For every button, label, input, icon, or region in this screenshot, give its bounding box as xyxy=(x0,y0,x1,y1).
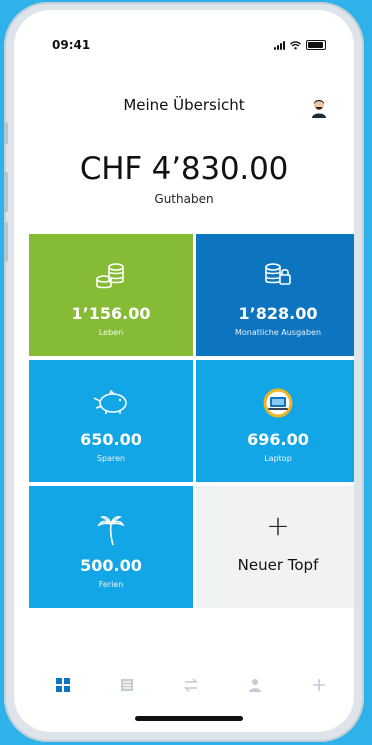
pot-tile-monatliche-ausgaben[interactable]: 1’828.00 Monatliche Ausgaben xyxy=(196,234,354,356)
profile-icon xyxy=(249,679,261,692)
piggy-bank-icon xyxy=(29,388,193,416)
nav-dashboard[interactable] xyxy=(53,675,73,695)
status-bar: 09:41 xyxy=(14,10,354,52)
battery-icon xyxy=(306,40,326,50)
side-button xyxy=(4,172,8,212)
balance-amount: CHF 4’830.00 xyxy=(79,151,289,187)
pot-amount: 650.00 xyxy=(80,430,142,449)
pot-amount: 500.00 xyxy=(80,556,142,575)
new-pot-button[interactable]: + Neuer Topf xyxy=(196,486,354,608)
pot-label: Monatliche Ausgaben xyxy=(234,328,322,337)
pot-tile-laptop[interactable]: 696.00 Laptop xyxy=(196,360,354,482)
pot-amount: 1’828.00 xyxy=(238,304,318,323)
side-button xyxy=(4,122,8,144)
pot-tile-leben[interactable]: 1’156.00 Leben xyxy=(29,234,193,356)
pot-tile-sparen[interactable]: 650.00 Sparen xyxy=(29,360,193,482)
pot-label: Leben xyxy=(98,328,124,337)
nav-profile[interactable] xyxy=(245,675,265,695)
side-button xyxy=(4,222,8,262)
pot-tile-ferien[interactable]: 500.00 Ferien xyxy=(29,486,193,608)
pot-label: Ferien xyxy=(98,580,124,589)
nav-add[interactable] xyxy=(309,675,329,695)
pot-label: Laptop xyxy=(264,454,292,463)
pots-grid: 1’156.00 Leben 1’828.00 Monatliche Ausga… xyxy=(29,234,354,608)
new-pot-label: Neuer Topf xyxy=(237,556,319,574)
locked-coins-icon xyxy=(196,262,354,288)
status-time: 09:41 xyxy=(52,38,91,52)
phone-frame: 09:41 Meine Übersicht CHF 4’830.00 Gutha… xyxy=(4,2,364,742)
nav-list[interactable] xyxy=(117,675,137,695)
wifi-icon xyxy=(290,40,301,49)
coins-icon xyxy=(29,262,193,290)
status-icons xyxy=(274,40,326,50)
transfer-icon xyxy=(184,678,198,692)
plus-icon: + xyxy=(266,509,290,542)
nav-transfer[interactable] xyxy=(181,675,201,695)
pot-amount: 1’156.00 xyxy=(71,304,151,323)
palm-tree-icon xyxy=(29,514,193,546)
pot-amount: 696.00 xyxy=(247,430,309,449)
dashboard-icon xyxy=(56,678,70,692)
plus-icon xyxy=(313,679,325,691)
laptop-icon xyxy=(196,388,354,418)
balance-label: Guthaben xyxy=(154,192,214,206)
home-indicator xyxy=(135,716,243,721)
pot-label: Sparen xyxy=(96,454,126,463)
avatar[interactable] xyxy=(309,98,329,118)
page-title: Meine Übersicht xyxy=(123,96,245,114)
list-icon xyxy=(121,679,133,691)
signal-icon xyxy=(274,40,285,50)
app-screen: 09:41 Meine Übersicht CHF 4’830.00 Gutha… xyxy=(14,10,354,732)
bottom-navigation xyxy=(14,675,354,705)
